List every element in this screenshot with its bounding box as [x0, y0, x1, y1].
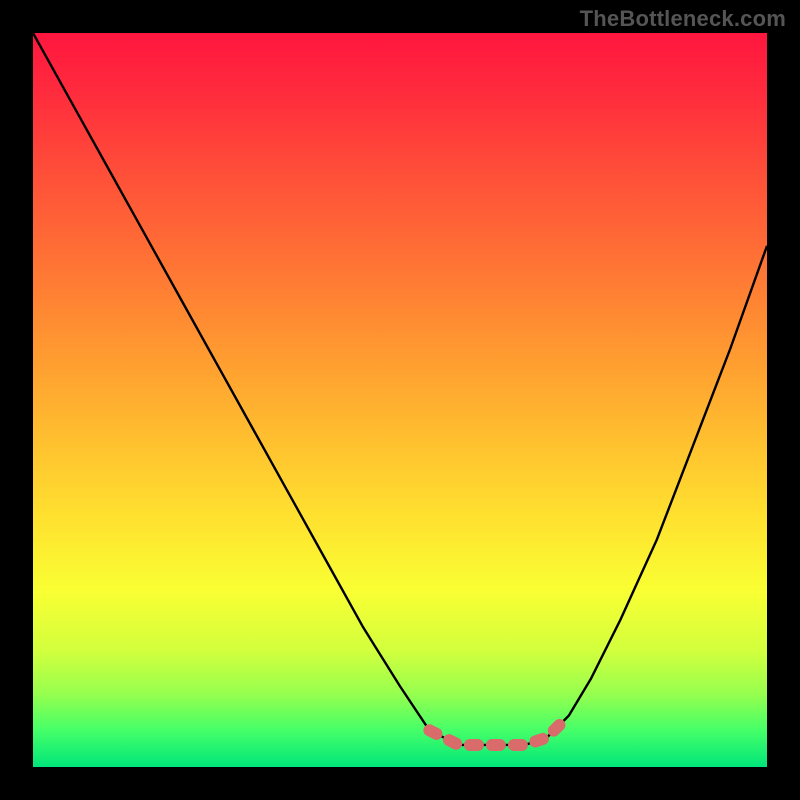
valley-highlight [429, 716, 568, 745]
plot-area [33, 33, 767, 767]
bottleneck-curve-svg [33, 33, 767, 767]
chart-frame: TheBottleneck.com [0, 0, 800, 800]
watermark-text: TheBottleneck.com [580, 6, 786, 32]
bottleneck-curve [33, 33, 767, 745]
